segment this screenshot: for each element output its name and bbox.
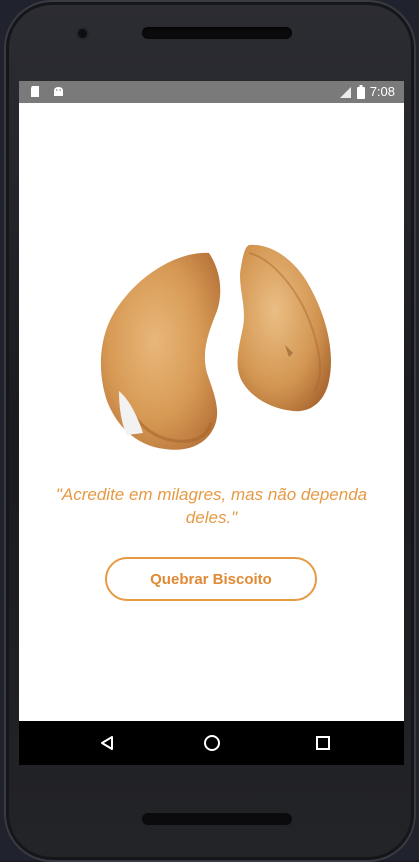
sd-card-icon <box>31 86 39 97</box>
phone-frame: 7:08 "Acredite em milagres, mas não depe… <box>4 0 416 862</box>
status-time: 7:08 <box>369 84 395 99</box>
navigation-bar <box>19 721 404 765</box>
app-content: "Acredite em milagres, mas não dependa d… <box>19 103 404 721</box>
recents-button[interactable] <box>311 731 335 755</box>
android-icon <box>54 87 63 96</box>
desktop-background: 7:08 "Acredite em milagres, mas não depe… <box>0 0 419 862</box>
battery-icon <box>356 85 365 99</box>
fortune-quote: "Acredite em milagres, mas não dependa d… <box>55 485 368 527</box>
status-bar: 7:08 <box>19 81 404 103</box>
home-button[interactable] <box>200 731 224 755</box>
signal-icon <box>339 86 351 98</box>
phone-screen: 7:08 "Acredite em milagres, mas não depe… <box>19 81 404 765</box>
fortune-cookie-image <box>100 244 331 450</box>
back-icon <box>101 736 113 750</box>
earpiece-speaker <box>142 27 292 39</box>
recents-icon <box>316 736 330 750</box>
front-camera <box>78 29 87 38</box>
home-icon <box>204 735 220 751</box>
bottom-speaker <box>142 813 292 825</box>
break-cookie-button[interactable]: Quebrar Biscoito <box>105 557 317 601</box>
back-button[interactable] <box>95 731 119 755</box>
